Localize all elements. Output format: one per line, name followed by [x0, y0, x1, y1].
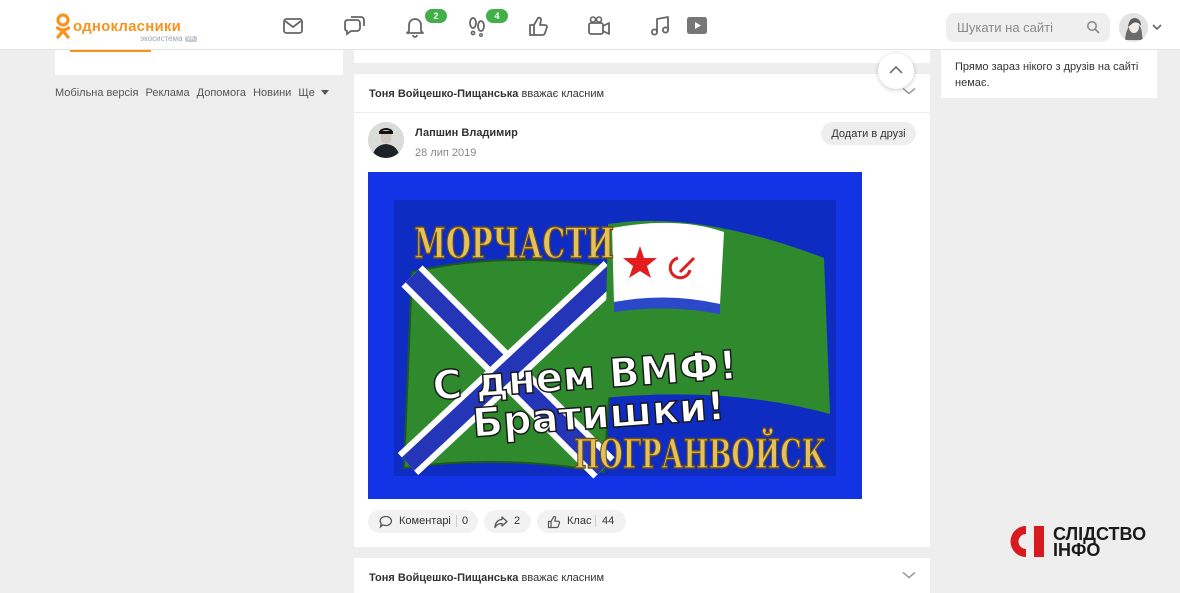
video-calls-icon[interactable] [587, 14, 611, 38]
logo-subtitle: экосистема VK [140, 34, 197, 43]
navy-day-greeting-image: МОРЧАСТИ С днем ВМФ! Братишки! ПОГРАНВОЙ… [368, 172, 862, 499]
search-box [946, 13, 1110, 42]
thumbs-up-icon [547, 516, 561, 529]
footer-link-more-label: Ще [298, 87, 315, 99]
profile-menu-chevron-icon[interactable] [1152, 23, 1162, 31]
messages-icon[interactable] [281, 14, 305, 38]
events-icon[interactable] [526, 14, 550, 38]
footer-links: Мобільна версія Реклама Допомога Новини … [55, 87, 337, 99]
vk-badge: VK [184, 36, 197, 42]
shares-count: 2 [514, 515, 521, 527]
discussions-icon[interactable] [342, 14, 366, 38]
chevron-up-icon [889, 65, 903, 74]
author-avatar-image [368, 122, 404, 158]
share-button[interactable]: 2 [484, 510, 531, 533]
post-date: 28 лип 2019 [415, 147, 477, 159]
actor-name[interactable]: Тоня Войцешко-Пищанська [369, 572, 518, 584]
search-icon[interactable] [1086, 20, 1100, 34]
active-menu-indicator [70, 50, 151, 52]
footer-link-mobile[interactable]: Мобільна версія [55, 87, 138, 99]
notifications-count-badge: 2 [425, 9, 447, 23]
share-icon [494, 516, 508, 529]
music-icon[interactable] [648, 14, 672, 38]
logo-text: однокласники [73, 18, 182, 35]
card-menu-chevron-icon[interactable] [902, 571, 916, 579]
video-icon[interactable] [685, 14, 709, 38]
watermark-line-2: ІНФО [1053, 540, 1101, 560]
like-button[interactable]: Клас 44 [537, 510, 626, 533]
image-top-text: МОРЧАСТИ [414, 219, 614, 268]
like-label: Клас [567, 515, 592, 527]
actor-name[interactable]: Тоня Войцешко-Пищанська [369, 88, 518, 100]
footer-link-help[interactable]: Допомога [197, 87, 246, 99]
user-avatar-image [1119, 13, 1148, 42]
divider [456, 515, 457, 527]
search-input[interactable] [946, 13, 1086, 42]
chevron-down-icon [320, 90, 329, 95]
notifications-icon[interactable] [403, 14, 427, 38]
feed-card-header: Тоня Войцешко-Пищанська вважає класним [369, 88, 604, 100]
footer-link-news[interactable]: Новини [253, 87, 291, 99]
comment-icon [379, 515, 393, 529]
scroll-to-top-button[interactable] [878, 53, 914, 89]
comments-label: Коментарі [399, 515, 451, 527]
actor-action: вважає класним [521, 572, 605, 584]
slidstvo-info-watermark: СЛІДСТВО ІНФО [1008, 522, 1158, 562]
image-bottom-text: ПОГРАНВОЙСК [574, 428, 826, 478]
comments-count: 0 [462, 515, 469, 527]
post-author-name[interactable]: Лапшин Владимир [415, 127, 518, 139]
feed-card: Тоня Войцешко-Пищанська вважає класним [354, 558, 930, 593]
guests-count-badge: 4 [486, 9, 508, 23]
friends-online-text: Прямо зараз нікого з друзів на сайті нем… [955, 61, 1139, 89]
left-menu-card [55, 50, 343, 75]
user-avatar[interactable] [1119, 13, 1148, 42]
logo-subtitle-text: экосистема [140, 34, 183, 43]
ok-logo-icon [55, 13, 71, 39]
author-avatar[interactable] [368, 122, 404, 158]
actor-action: вважає класним [521, 88, 605, 100]
feed-card: Тоня Войцешко-Пищанська вважає класним Л… [354, 74, 930, 547]
card-menu-chevron-icon[interactable] [902, 87, 916, 95]
footer-link-ads[interactable]: Реклама [145, 87, 189, 99]
add-friend-button[interactable]: Додати в друзі [821, 122, 916, 145]
top-bar: однокласники экосистема VK 2 4 [0, 0, 1180, 50]
footer-link-more[interactable]: Ще [298, 87, 332, 99]
divider [354, 112, 930, 113]
post-image[interactable]: МОРЧАСТИ С днем ВМФ! Братишки! ПОГРАНВОЙ… [368, 172, 862, 499]
likes-count: 44 [602, 515, 615, 527]
feed-card-header: Тоня Войцешко-Пищанська вважає класним [369, 572, 604, 584]
divider [595, 515, 596, 527]
comments-button[interactable]: Коментарі 0 [368, 510, 478, 533]
previous-feed-card [354, 50, 930, 63]
friends-online-card: Прямо зараз нікого з друзів на сайті нем… [941, 50, 1157, 98]
